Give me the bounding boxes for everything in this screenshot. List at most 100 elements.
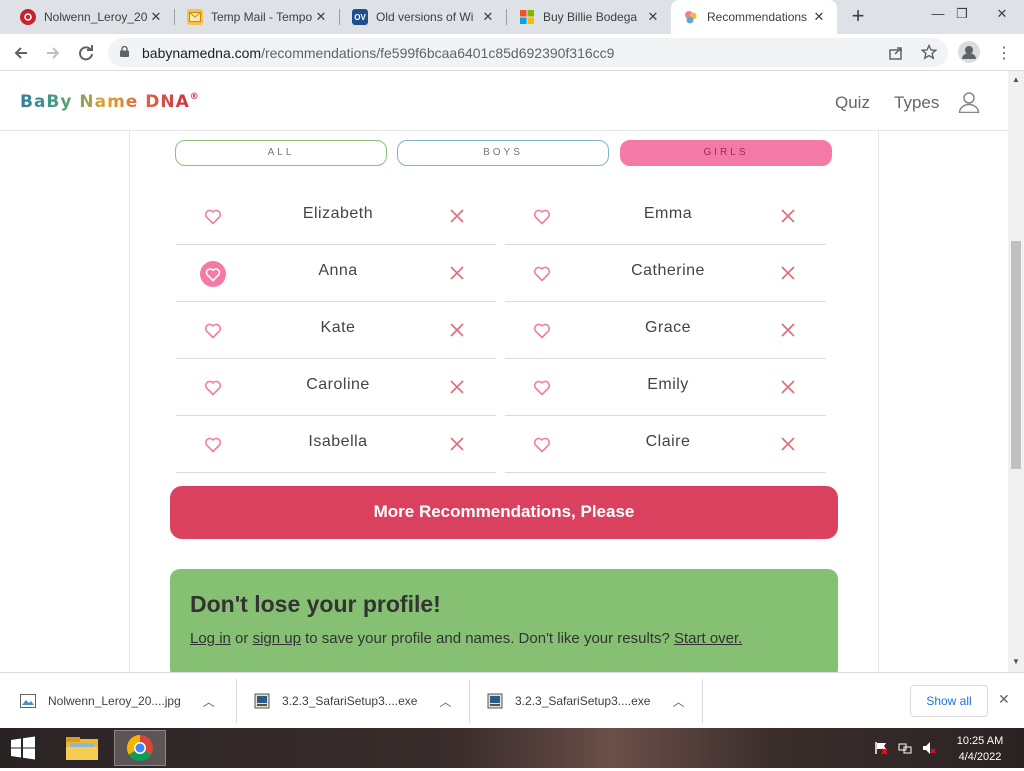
tab-recommendations[interactable]: Recommendations ✕	[671, 0, 837, 34]
network-icon[interactable]	[898, 741, 912, 755]
user-account-icon[interactable]	[958, 91, 980, 113]
windows-start-icon[interactable]	[8, 736, 38, 760]
url-text: babynamedna.com/recommendations/fe599f6b…	[142, 45, 614, 61]
remove-x-icon[interactable]	[450, 323, 464, 337]
download-filename: 3.2.3_SafariSetup3....exe	[515, 694, 651, 708]
heart-icon[interactable]	[532, 207, 552, 227]
url-domain: babynamedna.com	[142, 45, 262, 61]
action-center-flag-icon[interactable]	[874, 741, 888, 755]
tab-title: Recommendations	[707, 10, 808, 24]
filter-all-button[interactable]: ALL	[175, 140, 387, 166]
heart-filled-icon[interactable]	[200, 261, 226, 287]
remove-x-icon[interactable]	[781, 380, 795, 394]
close-tab-icon[interactable]: ✕	[313, 9, 329, 25]
tab-nolwenn[interactable]: Nolwenn_Leroy_20 ✕	[8, 0, 174, 34]
remove-x-icon[interactable]	[781, 209, 795, 223]
heart-icon[interactable]	[203, 321, 223, 341]
restore-icon[interactable]: ❐	[952, 4, 972, 24]
remove-x-icon[interactable]	[781, 437, 795, 451]
name-row: Emma	[505, 188, 826, 245]
shelf-divider	[469, 679, 470, 723]
close-tab-icon[interactable]: ✕	[148, 9, 164, 25]
show-all-downloads-button[interactable]: Show all	[910, 685, 988, 717]
tab-title: Nolwenn_Leroy_20	[44, 10, 148, 24]
heart-icon[interactable]	[532, 378, 552, 398]
page-scrollbar[interactable]: ▲ ▼	[1008, 71, 1024, 672]
scrollbar-thumb[interactable]	[1011, 241, 1021, 469]
close-tab-icon[interactable]: ✕	[811, 9, 827, 25]
window-close-icon[interactable]: ✕	[992, 4, 1012, 24]
volume-muted-icon[interactable]	[922, 741, 936, 755]
chevron-up-icon[interactable]: ︿	[439, 693, 451, 710]
profile-avatar-icon[interactable]	[958, 41, 980, 63]
exe-file-icon	[254, 693, 270, 709]
save-profile-text: Log in or sign up to save your profile a…	[190, 630, 742, 647]
close-tab-icon[interactable]: ✕	[480, 9, 496, 25]
taskbar-clock[interactable]: 10:25 AM 4/4/2022	[948, 733, 1012, 765]
scroll-down-icon[interactable]: ▼	[1012, 657, 1020, 666]
remove-x-icon[interactable]	[450, 380, 464, 394]
heart-icon[interactable]	[203, 435, 223, 455]
sign-up-link[interactable]: sign up	[253, 630, 301, 647]
baby-name: Catherine	[631, 262, 705, 279]
pinterest-icon	[20, 9, 36, 25]
save-profile-banner: Don't lose your profile! Log in or sign …	[170, 569, 838, 672]
tab-billie-bodega[interactable]: Buy Billie Bodega ✕	[507, 0, 671, 34]
download-item[interactable]: 3.2.3_SafariSetup3....exe ︿	[254, 679, 451, 723]
download-item[interactable]: Nolwenn_Leroy_20....jpg ︿	[20, 679, 215, 723]
heart-icon[interactable]	[203, 378, 223, 398]
remove-x-icon[interactable]	[450, 209, 464, 223]
more-recommendations-button[interactable]: More Recommendations, Please	[170, 486, 838, 539]
nav-types-link[interactable]: Types	[894, 93, 939, 113]
close-shelf-icon[interactable]: ✕	[998, 691, 1010, 708]
name-row: Isabella	[176, 416, 496, 473]
download-filename: Nolwenn_Leroy_20....jpg	[48, 694, 181, 708]
bookmark-star-icon[interactable]	[921, 44, 937, 60]
heart-icon[interactable]	[532, 264, 552, 284]
close-tab-icon[interactable]: ✕	[645, 9, 661, 25]
tab-title: Old versions of Wi	[376, 10, 474, 24]
shelf-divider	[236, 679, 237, 723]
save-profile-middle-text: to save your profile and names. Don't li…	[300, 630, 674, 647]
windows-taskbar: 10:25 AM 4/4/2022	[0, 728, 1024, 768]
remove-x-icon[interactable]	[450, 437, 464, 451]
filter-girls-button[interactable]: GIRLS	[620, 140, 832, 166]
chrome-taskbar-icon[interactable]	[114, 730, 166, 766]
share-icon[interactable]	[888, 45, 904, 61]
site-header: BaBy Name DNA® Quiz Types	[0, 71, 1008, 131]
baby-name: Isabella	[308, 433, 368, 450]
remove-x-icon[interactable]	[450, 266, 464, 280]
name-row: Emily	[505, 359, 826, 416]
remove-x-icon[interactable]	[781, 266, 795, 280]
remove-x-icon[interactable]	[781, 323, 795, 337]
filter-boys-button[interactable]: BOYS	[397, 140, 609, 166]
save-profile-heading: Don't lose your profile!	[190, 591, 441, 617]
heart-icon[interactable]	[532, 435, 552, 455]
baby-name: Claire	[645, 433, 691, 450]
chevron-up-icon[interactable]: ︿	[203, 693, 215, 710]
back-arrow-icon[interactable]	[8, 40, 34, 66]
address-bar[interactable]: babynamedna.com/recommendations/fe599f6b…	[108, 38, 948, 67]
tab-old-versions[interactable]: OV Old versions of Wi ✕	[340, 0, 506, 34]
start-over-link[interactable]: Start over.	[674, 630, 742, 647]
log-in-link[interactable]: Log in	[190, 630, 231, 647]
nav-quiz-link[interactable]: Quiz	[835, 93, 870, 113]
download-shelf: Nolwenn_Leroy_20....jpg ︿ 3.2.3_SafariSe…	[0, 672, 1024, 728]
download-item[interactable]: 3.2.3_SafariSetup3....exe ︿	[487, 679, 684, 723]
chevron-up-icon[interactable]: ︿	[672, 693, 684, 710]
forward-arrow-icon[interactable]	[40, 40, 66, 66]
web-page: BaBy Name DNA® Quiz Types ALL BOYS GIRLS…	[0, 71, 1008, 672]
file-explorer-icon[interactable]	[56, 730, 108, 766]
baby-name: Elizabeth	[302, 205, 374, 222]
reload-icon[interactable]	[73, 40, 99, 66]
tab-title: Temp Mail - Tempo	[211, 10, 313, 24]
heart-icon[interactable]	[532, 321, 552, 341]
tab-temp-mail[interactable]: Temp Mail - Tempo ✕	[175, 0, 339, 34]
scroll-up-icon[interactable]: ▲	[1012, 75, 1020, 84]
new-tab-button[interactable]: +	[846, 5, 870, 29]
kebab-menu-icon[interactable]: ⋮	[996, 43, 1012, 63]
minimize-icon[interactable]: —	[928, 4, 948, 24]
ov-icon: OV	[352, 9, 368, 25]
heart-icon[interactable]	[203, 207, 223, 227]
site-logo[interactable]: BaBy Name DNA®	[20, 92, 200, 112]
